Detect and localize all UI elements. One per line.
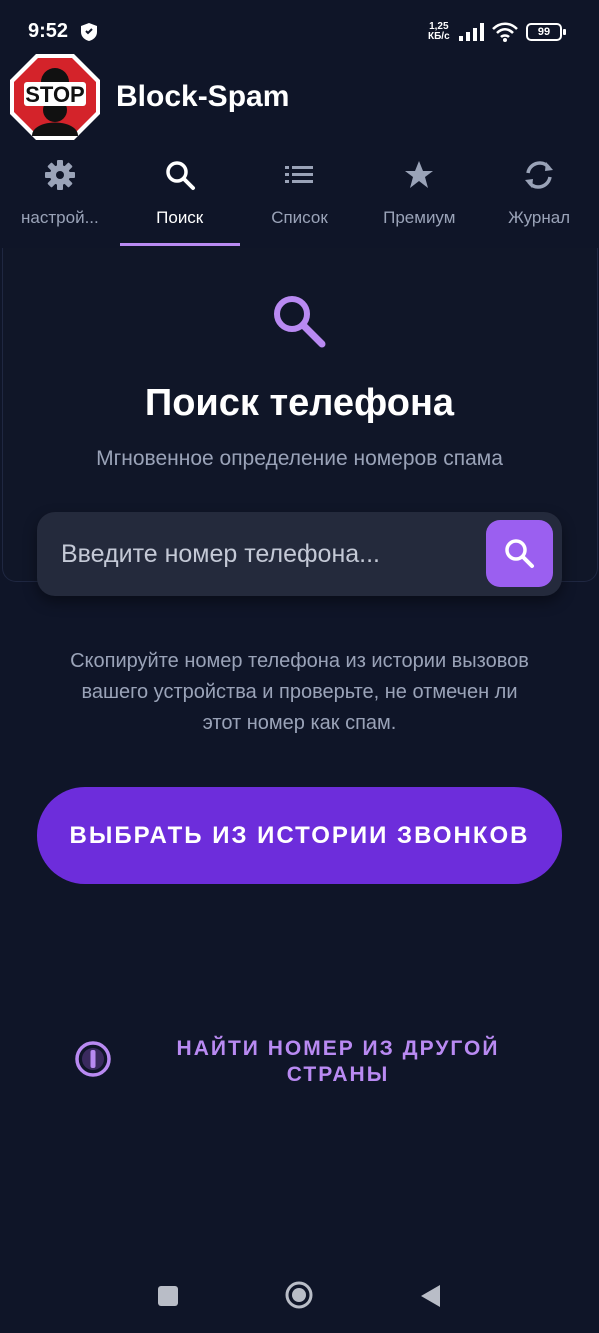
phone-search-input[interactable] xyxy=(61,512,481,596)
tab-journal[interactable]: Журнал xyxy=(479,148,599,246)
tab-label: настрой... xyxy=(21,208,99,227)
battery-icon: 99 xyxy=(526,23,566,41)
network-speed-unit: КБ/с xyxy=(428,31,450,42)
wifi-icon xyxy=(492,22,518,42)
recents-button[interactable] xyxy=(158,1286,178,1306)
logo-text: STOP xyxy=(25,82,85,107)
tab-settings[interactable]: настрой... xyxy=(0,148,120,246)
search-title: Поиск телефона xyxy=(144,382,455,424)
search-hero-icon xyxy=(274,296,326,348)
app-header: STOP Block-Spam xyxy=(0,50,599,142)
list-icon xyxy=(285,166,314,183)
stop-sign-logo: STOP xyxy=(10,54,100,140)
tab-premium[interactable]: Премиум xyxy=(359,148,479,246)
pick-from-call-history-button[interactable]: ВЫБРАТЬ ИЗ ИСТОРИИ ЗВОНКОВ xyxy=(37,787,562,884)
battery-level: 99 xyxy=(537,26,551,38)
search-box xyxy=(37,512,562,596)
search-icon xyxy=(505,539,534,568)
network-speed: 1,25 КБ/с xyxy=(428,22,450,42)
signal-icon xyxy=(459,23,484,41)
status-time: 9:52 xyxy=(28,20,69,42)
tab-list[interactable]: Список xyxy=(240,148,360,246)
info-icon xyxy=(75,1041,111,1077)
tab-label: Список xyxy=(271,208,328,227)
tab-label: Журнал xyxy=(508,208,571,227)
tab-label: Поиск xyxy=(156,208,204,227)
find-other-country-line2: СТРАНЫ xyxy=(286,1063,390,1086)
sync-icon xyxy=(525,161,554,189)
home-button[interactable] xyxy=(284,1280,314,1310)
back-button[interactable] xyxy=(418,1283,442,1309)
tab-search[interactable]: Поиск xyxy=(119,148,240,246)
find-other-country-link[interactable]: НАЙТИ НОМЕР ИЗ ДРУГОЙ СТРАНЫ xyxy=(70,1036,530,1092)
search-icon xyxy=(165,161,195,190)
tab-bar: настрой... Поиск Список Премиум Журнал xyxy=(0,148,599,246)
star-icon xyxy=(405,161,434,188)
search-hint: Скопируйте номер телефона из истории выз… xyxy=(70,650,529,734)
app-title: Block-Spam xyxy=(116,80,290,113)
battery-cap xyxy=(563,29,566,35)
search-button[interactable] xyxy=(486,520,553,587)
find-other-country-line1: НАЙТИ НОМЕР ИЗ ДРУГОЙ xyxy=(176,1037,500,1060)
system-nav-bar xyxy=(0,1262,599,1333)
tab-label: Премиум xyxy=(383,208,456,227)
gear-icon xyxy=(44,160,75,190)
find-other-country-label: НАЙТИ НОМЕР ИЗ ДРУГОЙ СТРАНЫ xyxy=(148,1036,528,1088)
search-subtitle: Мгновенное определение номеров спама xyxy=(96,447,503,470)
shield-icon xyxy=(81,23,97,41)
